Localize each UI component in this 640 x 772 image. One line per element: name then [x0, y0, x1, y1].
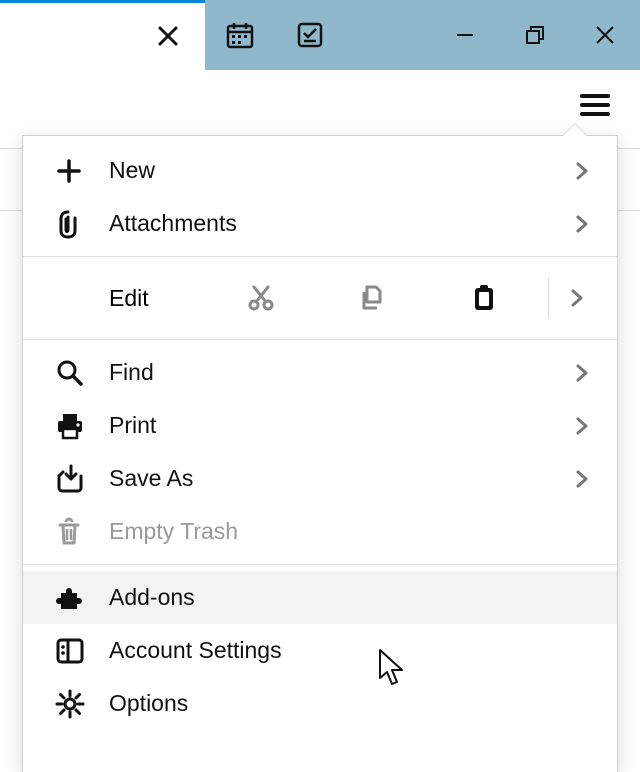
menu-item-addons[interactable]: Add-ons [23, 571, 617, 624]
tasks-button[interactable] [275, 0, 345, 70]
menu-item-label: Find [109, 359, 567, 386]
copy-icon [358, 283, 388, 313]
menu-item-label: New [109, 157, 567, 184]
close-icon [157, 25, 179, 47]
minimize-icon [455, 25, 475, 45]
printer-icon [55, 411, 85, 441]
gear-icon [55, 689, 85, 719]
menu-item-label: Edit [55, 285, 205, 312]
close-tab-button[interactable] [150, 18, 186, 54]
puzzle-icon [55, 583, 85, 613]
edit-more-button[interactable] [557, 288, 597, 308]
menu-item-options[interactable]: Options [23, 677, 617, 730]
hamburger-icon [580, 93, 610, 117]
menu-item-attachments[interactable]: Attachments [23, 197, 617, 250]
menu-item-label: Options [109, 690, 567, 717]
app-menu-button[interactable] [570, 85, 620, 125]
menu-item-label: Print [109, 412, 567, 439]
paste-button[interactable] [428, 283, 540, 313]
menu-item-label: Account Settings [109, 637, 567, 664]
window-close-button[interactable] [570, 0, 640, 70]
calendar-button[interactable] [205, 0, 275, 70]
chevron-right-icon [575, 416, 589, 436]
menu-item-label: Attachments [109, 210, 567, 237]
chevron-right-icon [570, 288, 584, 308]
titlebar-right [205, 0, 640, 70]
chevron-right-icon [575, 363, 589, 383]
paperclip-icon [55, 209, 81, 239]
menu-separator [23, 256, 617, 257]
menu-item-label: Empty Trash [109, 518, 567, 545]
maximize-icon [525, 25, 545, 45]
cut-button[interactable] [205, 283, 317, 313]
menu-item-label: Save As [109, 465, 567, 492]
chevron-right-icon [575, 214, 589, 234]
calendar-icon [225, 20, 255, 50]
copy-button[interactable] [317, 283, 429, 313]
search-icon [55, 358, 85, 388]
window-titlebar [0, 0, 640, 70]
window-minimize-button[interactable] [430, 0, 500, 70]
chevron-right-icon [575, 469, 589, 489]
vertical-separator [548, 278, 549, 318]
menu-item-label: Add-ons [109, 584, 567, 611]
plus-icon [55, 157, 83, 185]
menu-edit-row: Edit [23, 263, 617, 333]
window-maximize-button[interactable] [500, 0, 570, 70]
close-icon [594, 24, 616, 46]
menu-item-save-as[interactable]: Save As [23, 452, 617, 505]
save-as-icon [55, 464, 85, 494]
menu-item-print[interactable]: Print [23, 399, 617, 452]
chevron-right-icon [575, 161, 589, 181]
menu-separator [23, 339, 617, 340]
menu-item-new[interactable]: New [23, 144, 617, 197]
menu-item-account-settings[interactable]: Account Settings [23, 624, 617, 677]
scissors-icon [246, 283, 276, 313]
menu-separator [23, 564, 617, 565]
menu-arrow [563, 124, 587, 136]
tasks-icon [295, 20, 325, 50]
menu-item-find[interactable]: Find [23, 346, 617, 399]
account-settings-icon [55, 636, 85, 666]
app-menu: New Attachments Edit [22, 135, 618, 772]
trash-icon [55, 517, 83, 547]
menu-item-empty-trash: Empty Trash [23, 505, 617, 558]
clipboard-icon [470, 283, 498, 313]
